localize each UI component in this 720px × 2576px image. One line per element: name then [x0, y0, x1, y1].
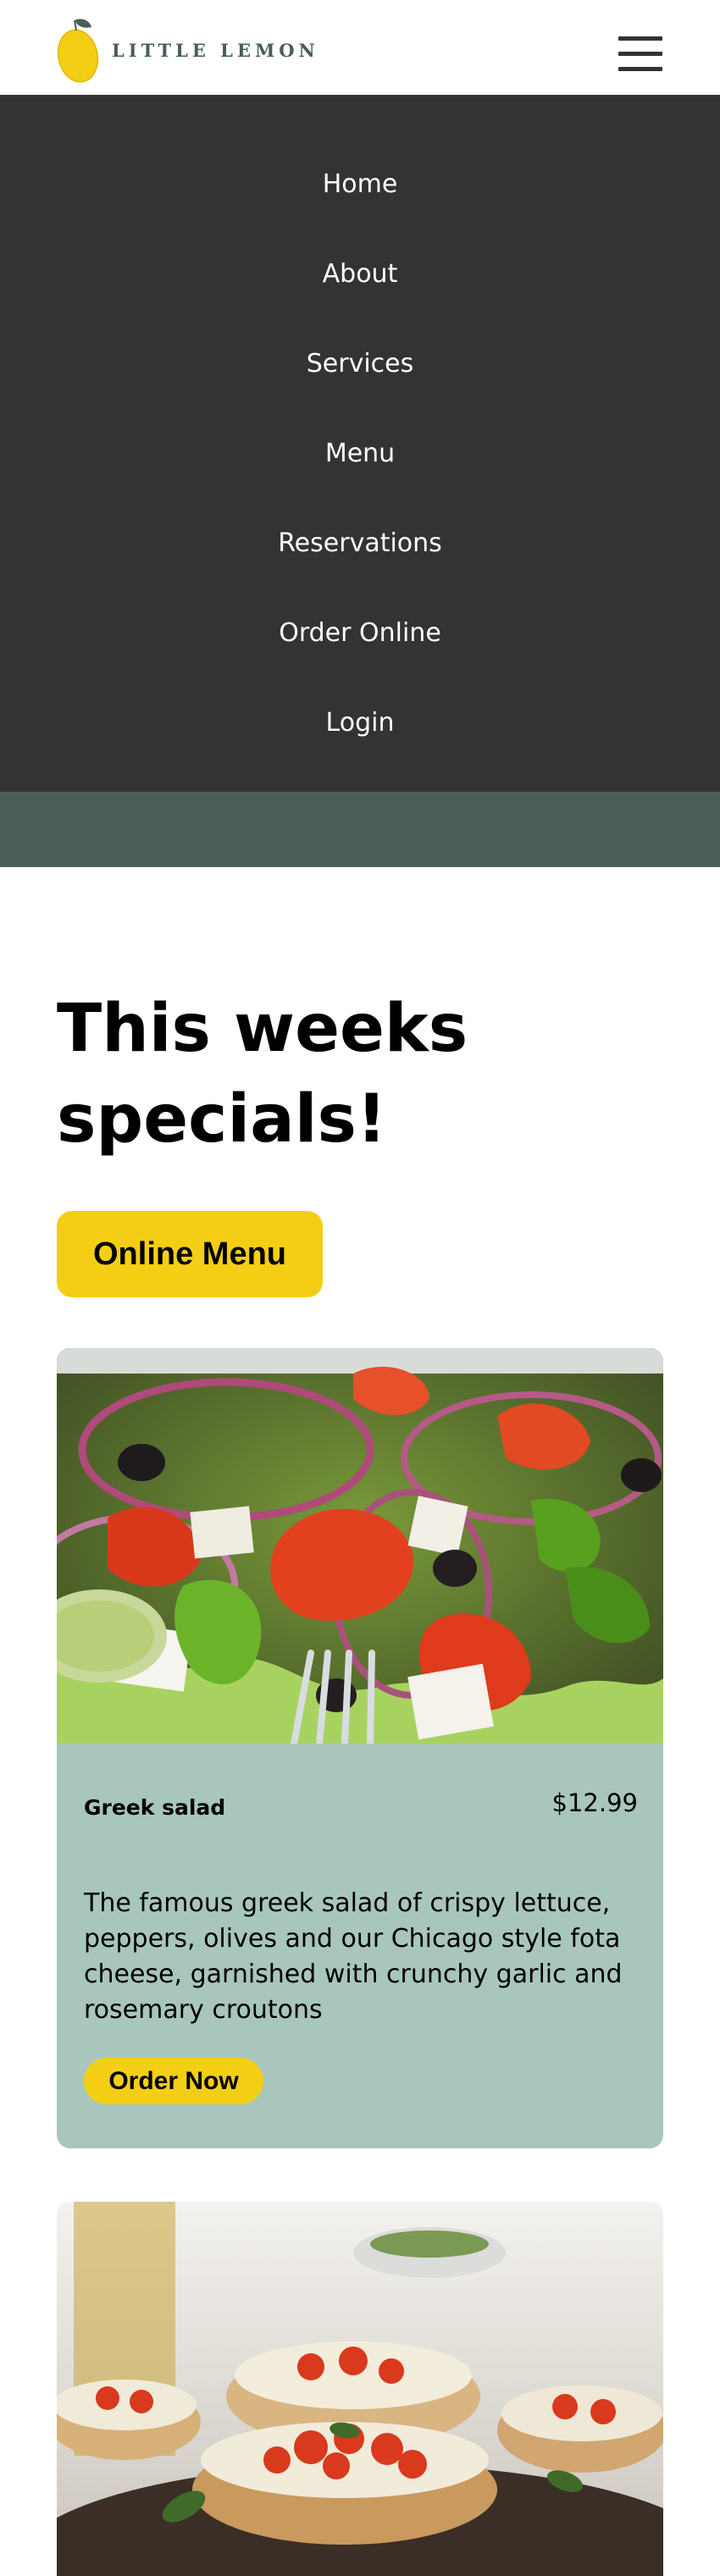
special-card-greek-salad: Greek salad $12.99 The famous greek sala…	[57, 1348, 663, 2148]
dish-price: $12.99	[551, 1788, 638, 1817]
greek-salad-photo	[57, 1348, 663, 1744]
site-header: LITTLE LEMON	[0, 0, 720, 95]
nav-item-services: Services	[0, 339, 720, 428]
bruschetta-photo	[57, 2202, 663, 2576]
nav-link-about[interactable]: About	[323, 249, 398, 300]
nav-item-order-online: Order Online	[0, 608, 720, 698]
nav-item-home: Home	[0, 159, 720, 249]
nav-link-order-online[interactable]: Order Online	[279, 608, 441, 659]
dish-description: The famous greek salad of crispy lettuce…	[84, 1888, 623, 2025]
logo[interactable]: LITTLE LEMON	[56, 15, 319, 85]
nav-link-services[interactable]: Services	[307, 339, 414, 390]
nav-link-login[interactable]: Login	[326, 698, 395, 749]
lemon-logo-icon	[57, 19, 99, 83]
order-now-button[interactable]: Order Now	[84, 2058, 263, 2104]
dish-name: Greek salad	[84, 1795, 226, 1820]
nav-link-menu[interactable]: Menu	[325, 428, 395, 479]
nav-item-reservations: Reservations	[0, 518, 720, 608]
online-menu-button[interactable]: Online Menu	[57, 1211, 323, 1297]
brand-name: LITTLE LEMON	[112, 39, 319, 61]
specials-title: This weeks specials!	[57, 991, 468, 1158]
nav-link-home[interactable]: Home	[323, 159, 398, 210]
nav-item-login: Login	[0, 698, 720, 788]
nav-link-reservations[interactable]: Reservations	[278, 518, 442, 569]
nav-item-about: About	[0, 249, 720, 339]
hamburger-menu-icon[interactable]	[618, 36, 662, 72]
main-nav: Home About Services Menu Reservations Or…	[0, 95, 720, 792]
hero-band	[0, 792, 720, 867]
nav-item-menu: Menu	[0, 428, 720, 518]
special-card-bruschetta	[57, 2202, 663, 2576]
